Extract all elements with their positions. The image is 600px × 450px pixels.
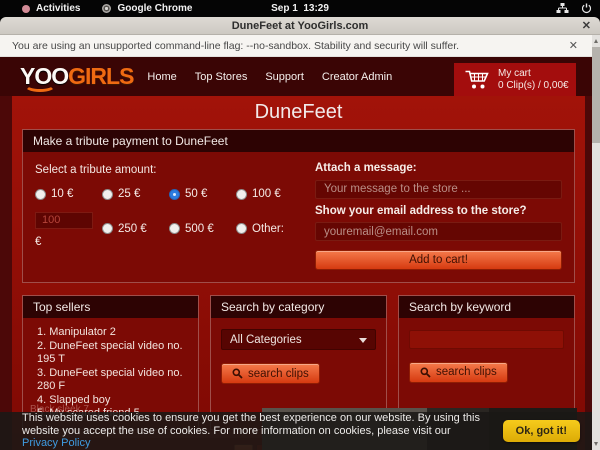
nav-item[interactable]: Support xyxy=(265,71,304,83)
gnome-top-bar: Activities Google Chrome Sep 1 13:29 xyxy=(0,0,600,17)
amount-options-row2: € 250 € 500 € xyxy=(35,210,299,248)
radio-icon[interactable] xyxy=(236,189,247,200)
window-close-button[interactable]: ✕ xyxy=(582,19,591,32)
radio-icon[interactable] xyxy=(102,223,113,234)
logo-smile-icon xyxy=(24,78,56,92)
clock[interactable]: Sep 1 13:29 xyxy=(0,3,600,14)
amount-section-label: Select a tribute amount: xyxy=(35,164,299,176)
search-icon xyxy=(232,368,243,379)
power-icon[interactable] xyxy=(581,3,592,14)
top-seller-item[interactable]: DuneFeet special video no. 195 T xyxy=(37,340,198,367)
cart-icon xyxy=(464,69,490,91)
tribute-amount-option[interactable]: Other: xyxy=(236,210,299,248)
network-icon[interactable] xyxy=(556,3,569,14)
tribute-amount-option[interactable]: 250 € xyxy=(102,210,165,248)
tribute-panel: Make a tribute payment to DuneFeet Selec… xyxy=(22,129,575,283)
tribute-amount-option[interactable]: 10 € xyxy=(35,188,98,200)
site-logo[interactable]: YOOGIRLS xyxy=(20,65,133,88)
tribute-amount-option[interactable]: 100 € xyxy=(236,188,299,200)
page-body: DuneFeet Make a tribute payment to DuneF… xyxy=(12,96,585,450)
flag-warning-text: You are using an unsupported command-lin… xyxy=(12,40,459,52)
email-input[interactable] xyxy=(315,222,562,241)
amount-label: 10 € xyxy=(51,188,73,200)
radio-icon[interactable] xyxy=(169,223,180,234)
amount-label: Other: xyxy=(252,223,284,235)
privacy-policy-link[interactable]: Privacy Policy xyxy=(22,437,90,449)
add-to-cart-button[interactable]: Add to cart! xyxy=(315,250,562,270)
category-select[interactable]: All Categories xyxy=(221,329,376,350)
tribute-panel-header: Make a tribute payment to DuneFeet xyxy=(23,130,574,152)
cookie-notice-bar: This website uses cookies to ensure you … xyxy=(0,412,592,450)
search-clips-category-button[interactable]: search clips xyxy=(221,363,320,384)
top-seller-item[interactable]: DuneFeet special video no. 280 F xyxy=(37,367,198,394)
cookie-text-body: This website uses cookies to ensure you … xyxy=(22,412,480,437)
window-title-bar: DuneFeet at YooGirls.com ✕ xyxy=(0,17,600,35)
search-clips-keyword-button[interactable]: search clips xyxy=(409,362,508,383)
cart-summary: 0 Clip(s) / 0,00€ xyxy=(498,80,569,92)
browser-viewport: YOOGIRLS Home Top Stores Support Creator Ad… xyxy=(0,57,600,450)
message-label: Attach a message: xyxy=(315,162,562,174)
email-label: Show your email address to the store? xyxy=(315,205,562,217)
amount-label: 100 € xyxy=(252,188,281,200)
scroll-down-icon[interactable] xyxy=(594,442,598,446)
radio-icon[interactable] xyxy=(169,189,180,200)
cookie-accept-button[interactable]: Ok, got it! xyxy=(503,420,580,442)
message-input[interactable] xyxy=(315,180,562,199)
scroll-up-icon[interactable] xyxy=(594,39,598,43)
nav-item[interactable]: Creator Admin xyxy=(322,71,392,83)
scrollbar-thumb[interactable] xyxy=(592,47,600,143)
tribute-amount-option[interactable]: 50 € xyxy=(169,188,232,200)
amount-label: 50 € xyxy=(185,188,207,200)
other-amount-cell: € xyxy=(35,210,98,248)
flag-warning-bar: You are using an unsupported command-lin… xyxy=(0,35,600,57)
radio-icon[interactable] xyxy=(236,223,247,234)
search-clips-label: search clips xyxy=(436,366,497,378)
window-title: DuneFeet at YooGirls.com xyxy=(232,20,369,32)
chevron-down-icon xyxy=(359,338,367,343)
top-seller-item[interactable]: Manipulator 2 xyxy=(37,326,198,340)
logo-part2: GIRLS xyxy=(68,63,133,89)
amount-label: 250 € xyxy=(118,223,147,235)
cart-title: My cart xyxy=(498,68,569,80)
site-header: YOOGIRLS Home Top Stores Support Creator Ad… xyxy=(0,57,600,96)
search-category-header: Search by category xyxy=(211,296,386,318)
search-keyword-header: Search by keyword xyxy=(399,296,574,318)
main-nav: Home Top Stores Support Creator Admin xyxy=(147,71,392,83)
search-icon xyxy=(420,367,431,378)
keyword-input[interactable] xyxy=(409,330,564,349)
page-title: DuneFeet xyxy=(12,96,585,127)
cart-widget[interactable]: My cart 0 Clip(s) / 0,00€ xyxy=(454,63,576,96)
cookie-notice-text: This website uses cookies to ensure you … xyxy=(22,412,484,450)
scrollbar-track[interactable] xyxy=(592,35,600,450)
currency-label: € xyxy=(35,236,98,248)
nav-item[interactable]: Top Stores xyxy=(195,71,248,83)
category-selected-value: All Categories xyxy=(230,334,302,346)
amount-label: 25 € xyxy=(118,188,140,200)
nav-item[interactable]: Home xyxy=(147,71,176,83)
amount-options-row1: 10 € 25 € 50 € xyxy=(35,188,299,200)
search-clips-label: search clips xyxy=(248,368,309,380)
radio-icon[interactable] xyxy=(35,189,46,200)
desktop-screen: Activities Google Chrome Sep 1 13:29 Dun… xyxy=(0,0,600,450)
tribute-amount-option[interactable]: 25 € xyxy=(102,188,165,200)
amount-label: 500 € xyxy=(185,223,214,235)
tribute-amount-option[interactable]: 500 € xyxy=(169,210,232,248)
flag-warning-close-icon[interactable]: ✕ xyxy=(569,39,578,52)
other-amount-input[interactable] xyxy=(35,212,93,229)
radio-icon[interactable] xyxy=(102,189,113,200)
top-sellers-header: Top sellers xyxy=(23,296,198,318)
